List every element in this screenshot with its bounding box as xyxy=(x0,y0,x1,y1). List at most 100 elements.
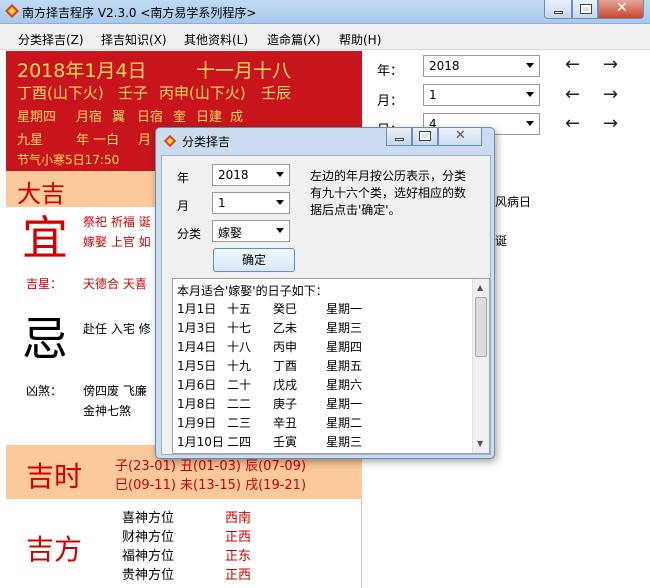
result-row-1-w: 星期三 xyxy=(326,321,363,335)
result-row-6-g: 辛丑 xyxy=(273,416,298,430)
result-row-3-w: 星期五 xyxy=(326,359,363,373)
weekday: 星期四 xyxy=(17,110,57,125)
day-prev-button[interactable]: ← xyxy=(565,113,580,134)
right-snippet-2: 诞 xyxy=(495,234,508,248)
year-label: 年： xyxy=(377,64,404,79)
result-row-2-d: 1月4日 xyxy=(177,340,217,354)
jifang-dir-3: 正西 xyxy=(225,568,252,583)
close-button[interactable]: ✕ xyxy=(598,0,644,19)
jifang-label: 吉方 xyxy=(26,533,83,566)
minimize-button[interactable] xyxy=(544,0,572,19)
jifang-dir-0: 西南 xyxy=(225,511,252,526)
yi-line1: 祭祀 祈福 诞 xyxy=(83,215,151,229)
menu-category-select[interactable]: 分类择吉(Z) xyxy=(18,31,84,48)
year-select[interactable]: 2018 xyxy=(423,55,540,77)
dialog-close-button[interactable]: ✕ xyxy=(438,128,482,146)
result-row-0-g: 癸巳 xyxy=(273,302,298,316)
lunar-date: 十一月十八 xyxy=(196,60,292,82)
result-row-7-l: 二四 xyxy=(227,435,252,449)
dialog-month-label: 月 xyxy=(177,199,190,213)
confirm-button[interactable]: 确定 xyxy=(213,248,295,272)
result-row-4-l: 二十 xyxy=(227,378,252,392)
result-row-7-w: 星期三 xyxy=(326,435,363,449)
solar-date: 2018年1月4日 xyxy=(17,60,147,82)
result-row-2-w: 星期四 xyxy=(326,340,363,354)
dialog-category-label: 分类 xyxy=(177,227,202,241)
result-row-3-l: 十九 xyxy=(227,359,252,373)
result-row-5-l: 二二 xyxy=(227,397,252,411)
month-mansion: 翼 xyxy=(112,110,126,125)
dialog-category-select[interactable]: 嫁娶 xyxy=(212,220,290,242)
xiongsha-label: 凶煞： xyxy=(26,384,63,398)
dialog-close-icon: ✕ xyxy=(455,128,466,143)
result-row-4-w: 星期六 xyxy=(326,378,363,392)
menu-other[interactable]: 其他资料(L) xyxy=(184,31,248,48)
jifang-dir-1: 正西 xyxy=(225,530,252,545)
jifang-name-1: 财神方位 xyxy=(122,530,175,545)
day-mansion: 奎 xyxy=(173,110,187,125)
result-row-0-d: 1月1日 xyxy=(177,302,217,316)
maximize-button[interactable] xyxy=(572,0,598,19)
result-row-3-d: 1月5日 xyxy=(177,359,217,373)
day-officer: 成 xyxy=(230,110,244,125)
result-row-6-d: 1月9日 xyxy=(177,416,217,430)
jixing-value: 天德合 天喜 xyxy=(83,277,147,291)
dialog-category-value: 嫁娶 xyxy=(218,226,243,240)
result-row-5-d: 1月8日 xyxy=(177,397,217,411)
jifang-name-2: 福神方位 xyxy=(122,549,175,564)
result-scrollbar[interactable]: ▲ ▼ xyxy=(472,279,489,453)
dialog-body: 年 2018 月 1 分类 嫁娶 左边的年月按公历表示，分类有九十六个类，选好相… xyxy=(161,155,491,455)
dialog-minimize-button[interactable] xyxy=(386,128,412,146)
menu-knowledge[interactable]: 择吉知识(X) xyxy=(101,31,167,48)
month-next-button[interactable]: → xyxy=(603,84,618,105)
scroll-down-icon: ▼ xyxy=(477,439,484,448)
result-row-7-d: 1月10日 xyxy=(177,435,224,449)
ji-char: 忌 xyxy=(22,312,68,366)
right-snippet-1: 风病日 xyxy=(495,195,532,209)
dialog-year-select[interactable]: 2018 xyxy=(212,164,290,186)
dialog-maximize-button[interactable] xyxy=(412,128,438,146)
xiongsha-line1: 傍四废 飞廉 xyxy=(83,384,147,398)
result-row-6-w: 星期二 xyxy=(326,416,363,430)
month-label: 月： xyxy=(377,94,404,109)
year-prev-button[interactable]: ← xyxy=(565,54,580,75)
day-next-button[interactable]: → xyxy=(603,113,618,134)
dialog-app-icon xyxy=(163,134,177,148)
result-row-4-g: 戊戌 xyxy=(273,378,298,392)
month-select-value: 1 xyxy=(429,88,437,102)
ganzhi-year: 丁酉(山下火) xyxy=(17,84,104,102)
close-icon: ✕ xyxy=(616,0,628,16)
dialog-month-select[interactable]: 1 xyxy=(212,192,290,214)
year-next-button[interactable]: → xyxy=(603,54,618,75)
scroll-up-icon: ▲ xyxy=(477,283,484,292)
app-icon xyxy=(5,4,19,18)
xiongsha-line2: 金神七煞 xyxy=(83,404,132,418)
jishi-line2: 巳(09-11) 未(13-15) 戌(19-21) xyxy=(115,478,307,493)
result-row-3-g: 丁酉 xyxy=(273,359,298,373)
ji-line1: 赴任 入宅 修 xyxy=(83,322,151,336)
dialog-year-value: 2018 xyxy=(218,168,249,182)
dialog-help-text: 左边的年月按公历表示，分类有九十六个类，选好相应的数据后点击'确定'。 xyxy=(310,169,467,217)
month-prev-button[interactable]: ← xyxy=(565,84,580,105)
result-list[interactable]: 本月适合'嫁娶'的日子如下： 1月1日 十五 癸巳 星期一 1月3日 十七 乙未 星期三 1月4… xyxy=(172,278,490,454)
result-row-2-l: 十八 xyxy=(227,340,252,354)
result-row-6-l: 二三 xyxy=(227,416,252,430)
result-row-5-w: 星期一 xyxy=(326,397,363,411)
year-select-value: 2018 xyxy=(429,59,460,73)
day-officer-label: 日建 xyxy=(196,110,223,125)
month-star-label: 月 xyxy=(138,133,152,148)
month-select[interactable]: 1 xyxy=(423,84,540,106)
result-row-1-d: 1月3日 xyxy=(177,321,217,335)
result-row-5-g: 庚子 xyxy=(273,397,298,411)
jixing-label: 吉星： xyxy=(26,277,63,291)
menu-fate[interactable]: 造命篇(X) xyxy=(267,31,321,48)
result-row-7-g: 壬寅 xyxy=(273,435,298,449)
day-mansion-label: 日宿 xyxy=(137,110,164,125)
category-dialog: 分类择吉 ✕ 年 2018 月 1 分类 嫁娶 左边的年月按公历表示，分类有九十… xyxy=(155,127,495,459)
result-row-0-w: 星期一 xyxy=(326,302,363,316)
ganzhi-month: 壬子 xyxy=(118,84,149,102)
ganzhi-day: 丙申(山下火) xyxy=(159,84,246,102)
scroll-thumb[interactable] xyxy=(475,297,487,357)
menu-help[interactable]: 帮助(H) xyxy=(339,31,381,48)
result-row-4-d: 1月6日 xyxy=(177,378,217,392)
